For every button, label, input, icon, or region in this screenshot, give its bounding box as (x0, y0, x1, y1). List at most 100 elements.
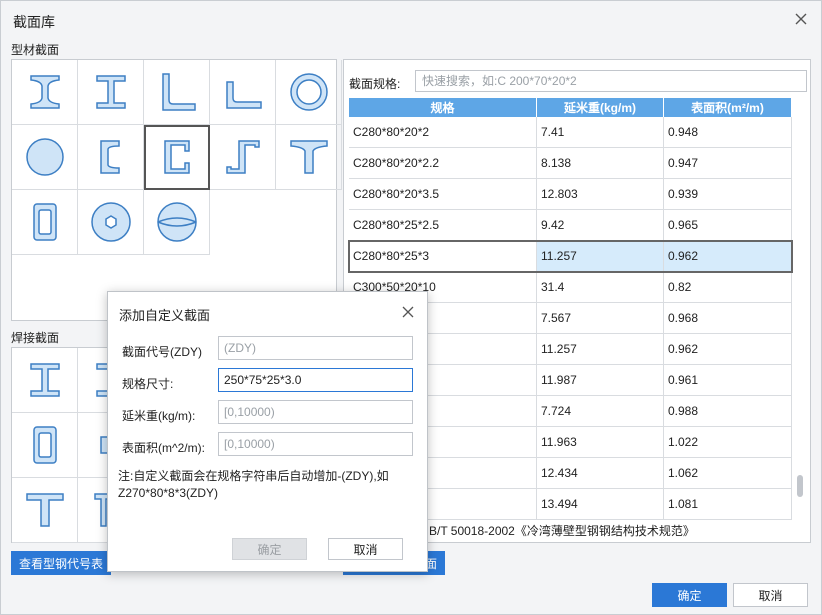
welded-cell-box[interactable] (12, 413, 78, 478)
profile-section-grid (11, 59, 342, 321)
pipe-icon (289, 73, 328, 111)
profile-cell-rect-tube[interactable] (12, 190, 78, 255)
weight-cell: 9.42 (537, 210, 664, 240)
spec-cell: C280*80*20*3.5 (349, 179, 537, 209)
header-weight[interactable]: 延米重(kg/m) (537, 98, 664, 117)
surface-area-label: 表面积(m^2/m): (122, 441, 205, 455)
weight-cell: 11.257 (537, 334, 664, 364)
spec-size-label: 规格尺寸: (122, 377, 174, 391)
close-icon[interactable] (793, 11, 809, 27)
welded-section-title: 焊接截面 (11, 331, 60, 345)
weight-cell: 11.987 (537, 365, 664, 395)
z-section-icon (225, 140, 260, 174)
area-cell: 0.965 (664, 210, 792, 240)
area-cell: 1.022 (664, 427, 792, 457)
surface-area-input[interactable] (218, 432, 413, 456)
area-cell: 0.988 (664, 396, 792, 426)
search-label: 截面规格: (349, 77, 401, 91)
area-cell: 0.968 (664, 303, 792, 333)
welded-cell-i-beam[interactable] (12, 348, 78, 413)
welded-box-icon (32, 426, 57, 464)
welded-t-icon (25, 493, 64, 527)
spec-cell: C280*80*20*2 (349, 117, 537, 147)
area-cell: 0.948 (664, 117, 792, 147)
i-beam-icon (29, 75, 60, 109)
rect-tube-icon (32, 203, 57, 241)
table-header: 规格 延米重(kg/m) 表面积(m²/m) (349, 98, 792, 117)
h-beam-icon (95, 75, 126, 109)
welded-section-grid (11, 347, 144, 543)
channel-icon (99, 140, 120, 174)
modal-note: 注:自定义截面会在规格字符串后自动增加-(ZDY),如Z270*80*8*3(Z… (118, 469, 389, 500)
modal-ok-button[interactable]: 确定 (232, 538, 307, 560)
modal-cancel-button[interactable]: 取消 (328, 538, 403, 560)
modal-close-icon[interactable] (401, 305, 415, 319)
profile-cell-equal-angle[interactable] (144, 60, 210, 125)
scroll-thumb[interactable] (797, 475, 803, 497)
area-cell: 0.947 (664, 148, 792, 178)
modal-title: 添加自定义截面 (119, 308, 211, 323)
weight-cell: 12.803 (537, 179, 664, 209)
header-area[interactable]: 表面积(m²/m) (664, 98, 792, 117)
sphere-icon (156, 202, 197, 242)
weight-cell: 11.963 (537, 427, 664, 457)
profile-cell-z-section[interactable] (210, 125, 276, 190)
profile-cell-unequal-angle[interactable] (210, 60, 276, 125)
profile-cell-i-beam[interactable] (12, 60, 78, 125)
ok-button[interactable]: 确定 (652, 583, 727, 607)
table-scrollbar[interactable] (795, 117, 805, 507)
header-spec[interactable]: 规格 (349, 98, 537, 117)
view-codes-button[interactable]: 查看型钢代号表 (11, 551, 111, 575)
dialog-title: 截面库 (13, 14, 55, 30)
t-section-icon (289, 140, 328, 174)
weight-input[interactable] (218, 400, 413, 424)
weight-cell: 7.724 (537, 396, 664, 426)
round-bar-icon (25, 138, 64, 176)
weight-cell: 7.567 (537, 303, 664, 333)
area-cell: 0.82 (664, 272, 792, 302)
profile-cell-c-section[interactable] (144, 125, 210, 190)
weight-cell: 13.494 (537, 489, 664, 519)
profile-cell-hex-bar[interactable] (78, 190, 144, 255)
welded-i-beam-icon (29, 363, 60, 397)
area-cell: 0.962 (664, 241, 792, 271)
weight-cell: 11.257 (537, 241, 664, 271)
area-cell: 0.962 (664, 334, 792, 364)
table-row[interactable]: C280*80*20*2.2 8.138 0.947 (349, 148, 792, 179)
profile-cell-channel[interactable] (78, 125, 144, 190)
spec-cell: C280*80*25*2.5 (349, 210, 537, 240)
area-cell: 1.062 (664, 458, 792, 488)
welded-cell-t[interactable] (12, 478, 78, 543)
weight-label: 延米重(kg/m): (122, 409, 196, 423)
standard-footnote: B/T 50018-2002《冷湾薄壁型钢钢结构技术规范》 (429, 524, 695, 538)
spec-cell: C280*80*25*3 (349, 241, 537, 271)
weight-cell: 8.138 (537, 148, 664, 178)
area-cell: 1.081 (664, 489, 792, 519)
c-section-icon (163, 140, 190, 174)
weight-cell: 31.4 (537, 272, 664, 302)
weight-cell: 7.41 (537, 117, 664, 147)
table-row[interactable]: C280*80*20*2 7.41 0.948 (349, 117, 792, 148)
table-row[interactable]: C280*80*20*3.5 12.803 0.939 (349, 179, 792, 210)
cancel-button[interactable]: 取消 (733, 583, 808, 607)
spec-cell: C280*80*20*2.2 (349, 148, 537, 178)
hex-bar-icon (90, 202, 131, 242)
unequal-angle-icon (225, 81, 262, 109)
weight-cell: 12.434 (537, 458, 664, 488)
table-row[interactable]: C280*80*25*2.5 9.42 0.965 (349, 210, 792, 241)
section-code-label: 截面代号(ZDY) (122, 345, 202, 359)
section-code-input[interactable] (218, 336, 413, 360)
spec-size-input[interactable] (218, 368, 413, 392)
profile-cell-sphere[interactable] (144, 190, 210, 255)
profile-cell-pipe[interactable] (276, 60, 342, 125)
area-cell: 0.939 (664, 179, 792, 209)
profile-cell-round-bar[interactable] (12, 125, 78, 190)
equal-angle-icon (161, 73, 196, 111)
profile-cell-t-section[interactable] (276, 125, 342, 190)
area-cell: 0.961 (664, 365, 792, 395)
search-input[interactable] (415, 70, 807, 92)
add-custom-section-modal: 添加自定义截面 截面代号(ZDY) 规格尺寸: 延米重(kg/m): 表面积(m… (107, 291, 428, 572)
profile-cell-h-beam[interactable] (78, 60, 144, 125)
profile-section-title: 型材截面 (11, 43, 60, 57)
table-row[interactable]: C280*80*25*3 11.257 0.962 (348, 240, 793, 273)
